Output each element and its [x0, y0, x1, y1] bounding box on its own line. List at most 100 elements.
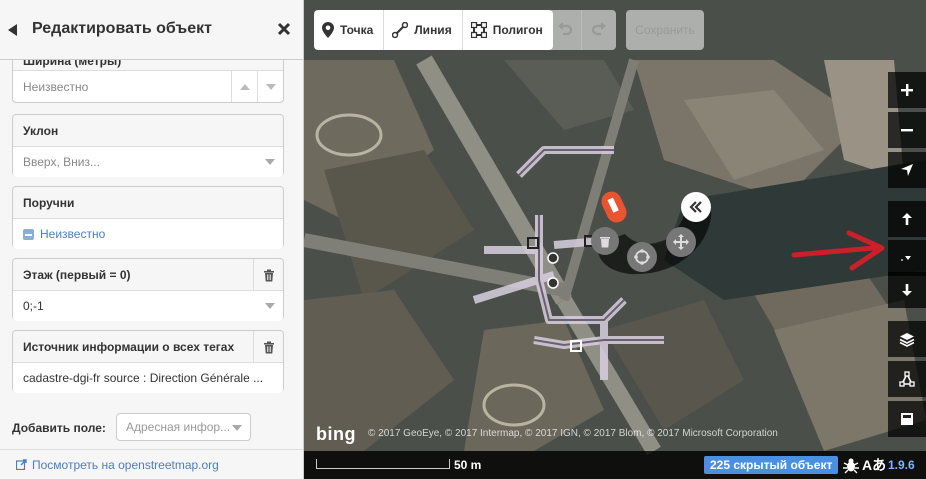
add-point-label: Точка — [340, 23, 374, 37]
remove-source-button[interactable] — [253, 331, 283, 363]
scale-bar — [316, 459, 450, 469]
background-layers-button[interactable] — [888, 321, 926, 357]
field-incline: Уклон Вверх, Вниз... — [12, 114, 284, 177]
field-incline-label: Уклон — [13, 115, 283, 147]
field-list: Ширина (метры) Неизвестно Уклон Вверх, В… — [0, 0, 303, 410]
save-button[interactable]: Сохранить — [626, 10, 704, 50]
decrement-button[interactable] — [257, 71, 283, 102]
point-icon — [322, 22, 334, 38]
chevron-down-icon — [232, 425, 242, 431]
add-point-button[interactable]: Точка — [314, 10, 385, 50]
close-button[interactable] — [274, 18, 294, 40]
redo-button[interactable] — [582, 10, 616, 50]
layers-icon — [899, 333, 915, 347]
locate-icon — [901, 164, 913, 176]
trash-icon — [263, 269, 274, 281]
close-icon — [277, 22, 291, 36]
background-up-button[interactable] — [888, 201, 926, 237]
undo-icon — [557, 23, 572, 36]
chevron-down-icon — [265, 303, 275, 309]
down-icon — [902, 284, 912, 296]
field-handrail: Поручни Неизвестно — [12, 186, 284, 249]
map-data-button[interactable] — [888, 361, 926, 397]
chevron-down-icon — [265, 83, 276, 90]
add-line-button[interactable]: Линия — [384, 10, 463, 50]
view-on-osm-link[interactable]: Посмотреть на openstreetmap.org — [0, 449, 303, 479]
field-level-label-text: Этаж (первый = 0) — [23, 267, 131, 282]
chevron-down-icon — [901, 256, 911, 261]
zoom-in-icon — [901, 84, 913, 96]
help-icon — [901, 413, 913, 425]
width-input[interactable]: Неизвестно — [13, 71, 283, 102]
undo-button[interactable] — [548, 10, 582, 50]
increment-button[interactable] — [231, 71, 257, 102]
move-operation-button[interactable] — [666, 227, 696, 257]
bing-logo: bing — [316, 424, 356, 444]
map-footer: 50 m 225 скрытый объект Aあ 1.9.6 — [304, 451, 926, 479]
field-source: Источник информации о всех тегах cadastr… — [12, 330, 284, 393]
line-icon — [392, 22, 409, 38]
field-source-label: Источник информации о всех тегах — [13, 331, 283, 363]
source-value: cadastre-dgi-fr source : Direction Génér… — [23, 371, 264, 385]
delete-operation-button[interactable] — [591, 227, 619, 255]
zoom-out-button[interactable] — [888, 112, 926, 148]
incline-placeholder: Вверх, Вниз... — [23, 155, 100, 169]
undo-redo-group — [548, 10, 616, 50]
level-value: 0;-1 — [23, 299, 44, 313]
zoom-in-button[interactable] — [888, 72, 926, 108]
sidebar-title: Редактировать объект — [32, 20, 212, 37]
sidebar-header: Редактировать объект — [0, 0, 303, 60]
help-button[interactable] — [888, 401, 926, 437]
background-switch-button[interactable] — [888, 240, 926, 276]
chevron-up-icon — [239, 83, 250, 90]
back-icon — [8, 24, 17, 36]
field-source-label-text: Источник информации о всех тегах — [23, 339, 235, 354]
locate-button[interactable] — [888, 152, 926, 188]
chevron-down-icon — [265, 159, 275, 165]
scale-label: 50 m — [454, 458, 482, 472]
add-field-placeholder: Адресная инфор... — [126, 420, 231, 434]
delete-icon — [600, 236, 610, 247]
add-field-row: Добавить поле: Адресная инфор... — [12, 413, 292, 443]
indeterminate-checkbox-icon — [23, 228, 34, 240]
map-canvas[interactable] — [304, 0, 926, 479]
zoom-out-icon — [901, 129, 913, 132]
hidden-features-badge[interactable]: 225 скрытый объект — [704, 456, 839, 474]
collapse-menu-button[interactable] — [681, 192, 711, 222]
add-polygon-label: Полигон — [492, 23, 543, 37]
up-icon — [902, 213, 912, 225]
source-input[interactable]: cadastre-dgi-fr source : Direction Génér… — [13, 363, 283, 393]
add-field-label: Добавить поле: — [12, 421, 106, 435]
incline-combo[interactable]: Вверх, Вниз... — [13, 147, 283, 177]
sidebar: Ширина (метры) Неизвестно Уклон Вверх, В… — [0, 0, 304, 479]
circularize-icon — [634, 249, 650, 265]
trash-icon — [263, 341, 274, 353]
remove-level-button[interactable] — [253, 259, 283, 291]
circularize-operation-button[interactable] — [627, 242, 657, 272]
add-field-combo[interactable]: Адресная инфор... — [116, 413, 251, 441]
version-link[interactable]: 1.9.6 — [888, 458, 915, 472]
level-combo[interactable]: 0;-1 — [13, 291, 283, 321]
external-link-icon — [16, 459, 27, 470]
collapse-icon — [689, 201, 702, 213]
back-button[interactable] — [6, 22, 20, 38]
translate-button[interactable]: Aあ — [862, 455, 886, 475]
polygon-icon — [470, 22, 487, 38]
field-level-label: Этаж (первый = 0) — [13, 259, 283, 291]
redo-icon — [591, 23, 606, 36]
map-data-icon — [899, 371, 915, 387]
add-line-label: Линия — [414, 23, 452, 37]
imagery-attribution: © 2017 GeoEye, © 2017 Intermap, © 2017 I… — [368, 428, 778, 439]
handrail-value: Неизвестно — [40, 227, 106, 241]
draw-toolbar: Точка Линия Полигон — [314, 10, 553, 50]
handrail-checkbox[interactable]: Неизвестно — [13, 219, 283, 249]
report-bug-button[interactable] — [842, 456, 860, 474]
add-polygon-button[interactable]: Полигон — [462, 10, 553, 50]
osm-link-text: Посмотреть на openstreetmap.org — [32, 457, 219, 472]
bug-icon — [843, 458, 859, 474]
background-down-button[interactable] — [888, 272, 926, 308]
field-handrail-label: Поручни — [13, 187, 283, 219]
move-icon — [673, 234, 689, 250]
field-level: Этаж (первый = 0) 0;-1 — [12, 258, 284, 321]
width-placeholder: Неизвестно — [23, 79, 89, 94]
